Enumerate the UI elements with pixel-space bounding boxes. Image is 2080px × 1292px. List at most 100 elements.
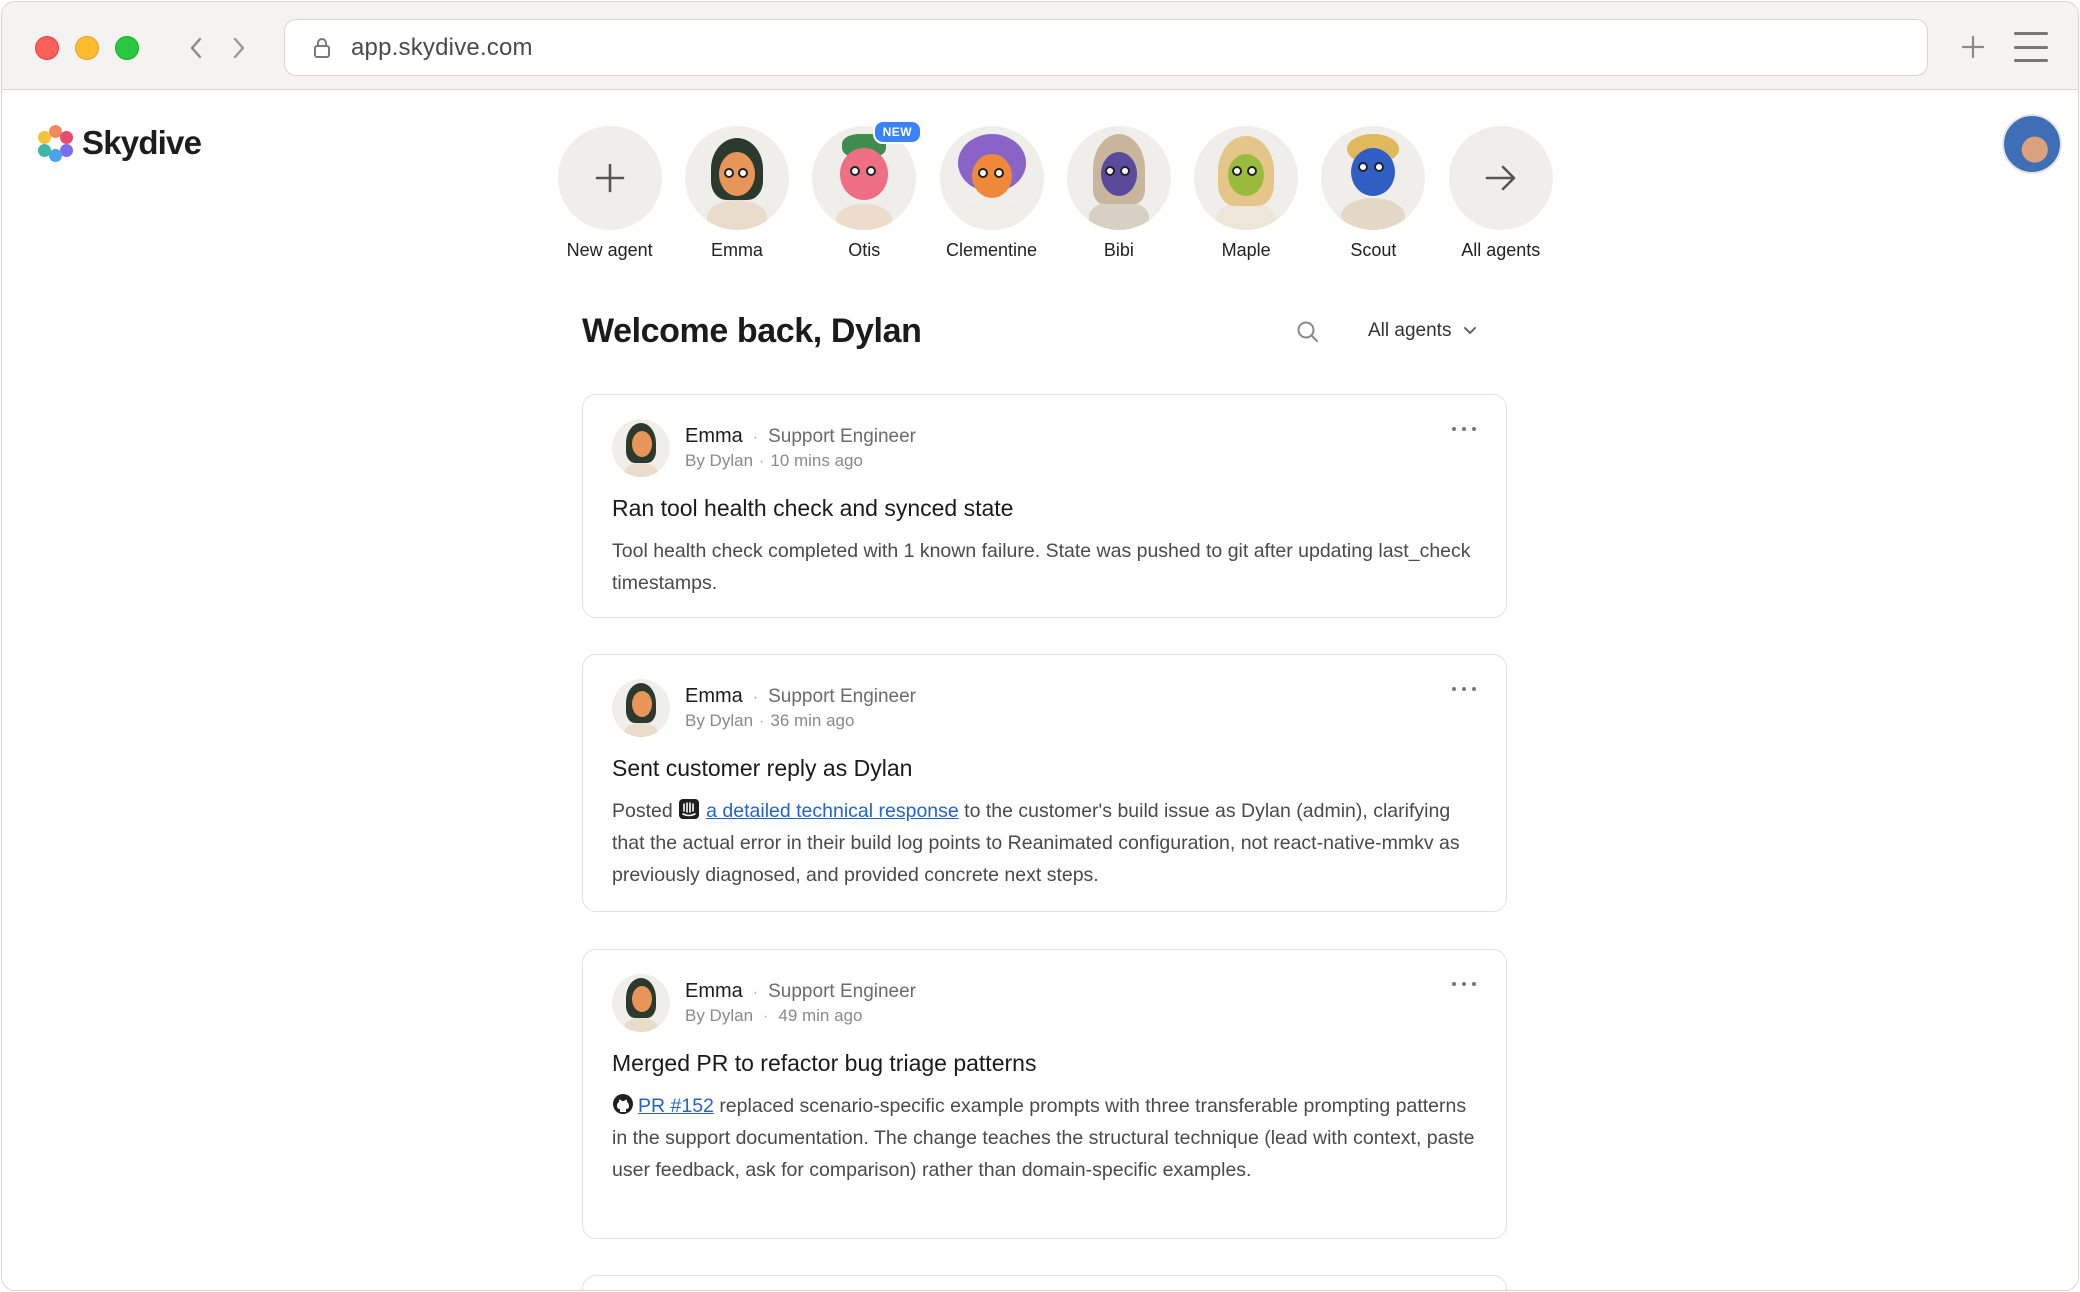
plus-icon	[1961, 35, 1985, 59]
timestamp: 49 min ago	[778, 1006, 863, 1025]
card-header: Emma · Support Engineer	[685, 980, 916, 1003]
activity-card[interactable]	[582, 1275, 1507, 1290]
intercom-icon	[678, 798, 700, 820]
agent-label: Otis	[848, 240, 881, 260]
card-header: Emma · Support Engineer	[685, 685, 916, 708]
agent-name[interactable]: Emma	[685, 980, 743, 1002]
plus-icon	[595, 163, 624, 193]
card-body: Posted a detailed technical response to …	[612, 795, 1482, 891]
agent-label: All agents	[1461, 240, 1541, 260]
pr-link[interactable]: PR #152	[638, 1095, 714, 1117]
all-agents-button[interactable]: All agents	[1437, 126, 1564, 261]
agent-label: Clementine	[946, 240, 1038, 260]
more-options-button[interactable]	[1452, 423, 1476, 435]
agent-filter-dropdown[interactable]: All agents	[1368, 320, 1477, 342]
browser-window: app.skydive.com Skydive New agent Emma N…	[1, 1, 2079, 1291]
separator-dot: ·	[759, 453, 765, 470]
separator-dot: ·	[752, 429, 759, 446]
new-agent-button[interactable]: New agent	[546, 126, 673, 261]
agent-label: Scout	[1350, 240, 1397, 260]
separator-dot: ·	[759, 713, 765, 730]
emma-avatar-icon	[612, 974, 670, 1032]
skydive-logo-icon	[38, 125, 74, 162]
page-title: Welcome back, Dylan	[582, 312, 922, 350]
browser-menu-button[interactable]	[2014, 32, 2048, 62]
more-options-button[interactable]	[1452, 683, 1476, 695]
activity-card[interactable]: Emma · Support Engineer By Dylan · 49 min ag…	[582, 949, 1507, 1239]
agent-label: Emma	[710, 240, 763, 260]
agent-role: Support Engineer	[768, 686, 917, 707]
menu-icon-line	[2014, 59, 2048, 62]
maple-avatar-icon	[1194, 126, 1299, 230]
card-title: Sent customer reply as Dylan	[612, 755, 913, 781]
github-icon	[612, 1093, 634, 1115]
agent-label: Bibi	[1103, 240, 1134, 260]
minimize-window-button[interactable]	[75, 36, 99, 60]
menu-icon-line	[2014, 32, 2048, 35]
card-header: Emma · Support Engineer	[685, 425, 916, 448]
activity-card[interactable]: Emma · Support Engineer By Dylan · 36 min ag…	[582, 654, 1507, 912]
body-suffix: replaced scenario-specific example promp…	[612, 1095, 1475, 1181]
body-prefix: Posted	[612, 800, 673, 822]
zoom-window-button[interactable]	[115, 36, 139, 60]
agent-name[interactable]: Emma	[685, 685, 743, 707]
bibi-avatar-icon	[1066, 126, 1171, 230]
agent-maple[interactable]: Maple	[1182, 126, 1309, 261]
clementine-avatar-icon	[939, 126, 1044, 230]
agent-scout[interactable]: Scout	[1310, 126, 1437, 261]
new-tab-button[interactable]	[1956, 30, 1990, 64]
card-meta: By Dylan · 49 min ago	[685, 1006, 862, 1026]
back-button[interactable]	[180, 32, 212, 64]
separator-dot: ·	[752, 689, 759, 706]
new-agent-circle	[557, 126, 662, 230]
agent-label: Maple	[1221, 240, 1271, 260]
card-title: Merged PR to refactor bug triage pattern…	[612, 1050, 1037, 1076]
all-agents-circle	[1448, 126, 1553, 230]
author: By Dylan	[685, 1006, 754, 1025]
filter-label: All agents	[1368, 320, 1452, 341]
brand-name: Skydive	[82, 124, 202, 161]
search-icon	[1297, 321, 1318, 342]
timestamp: 10 mins ago	[770, 451, 863, 470]
agent-clementine[interactable]: Clementine	[928, 126, 1055, 261]
new-badge: NEW	[872, 120, 923, 144]
close-window-button[interactable]	[35, 36, 59, 60]
card-meta: By Dylan · 10 mins ago	[685, 451, 863, 471]
agents-carousel: New agent Emma NEW Otis Clementine Bibi …	[546, 120, 1564, 261]
agent-role: Support Engineer	[768, 981, 917, 1002]
timestamp: 36 min ago	[770, 711, 855, 730]
search-button[interactable]	[1294, 318, 1322, 346]
activity-card[interactable]: Emma · Support Engineer By Dylan · 10 mins a…	[582, 394, 1507, 618]
emma-avatar-icon	[612, 679, 670, 737]
author: By Dylan	[685, 711, 754, 730]
address-bar[interactable]: app.skydive.com	[284, 19, 1928, 76]
lock-icon	[313, 37, 335, 59]
agent-otis[interactable]: NEW Otis	[801, 120, 928, 261]
agent-bibi[interactable]: Bibi	[1055, 126, 1182, 261]
menu-icon-line	[2014, 45, 2048, 49]
emma-avatar-icon	[612, 419, 670, 477]
response-link[interactable]: a detailed technical response	[706, 800, 959, 822]
arrow-right-icon	[1485, 165, 1516, 191]
browser-toolbar: app.skydive.com	[2, 2, 2078, 90]
separator-dot: ·	[763, 1008, 769, 1025]
app-logo[interactable]: Skydive	[38, 124, 202, 162]
agent-label: New agent	[566, 240, 653, 260]
agent-role: Support Engineer	[768, 426, 917, 447]
more-options-button[interactable]	[1452, 978, 1476, 990]
agent-name[interactable]: Emma	[685, 425, 743, 447]
card-body: Tool health check completed with 1 known…	[612, 540, 1471, 594]
separator-dot: ·	[752, 984, 759, 1001]
card-title: Ran tool health check and synced state	[612, 495, 1014, 521]
forward-button[interactable]	[223, 32, 255, 64]
author: By Dylan	[685, 451, 754, 470]
user-avatar[interactable]	[2002, 114, 2062, 174]
card-meta: By Dylan · 36 min ago	[685, 711, 854, 731]
url-text: app.skydive.com	[351, 33, 533, 61]
card-body: PR #152 replaced scenario-specific examp…	[612, 1090, 1482, 1186]
scout-avatar-icon	[1321, 126, 1426, 230]
chevron-right-icon	[233, 37, 245, 59]
emma-avatar-icon	[684, 126, 789, 230]
agent-emma[interactable]: Emma	[673, 126, 800, 261]
chevron-left-icon	[190, 37, 202, 59]
